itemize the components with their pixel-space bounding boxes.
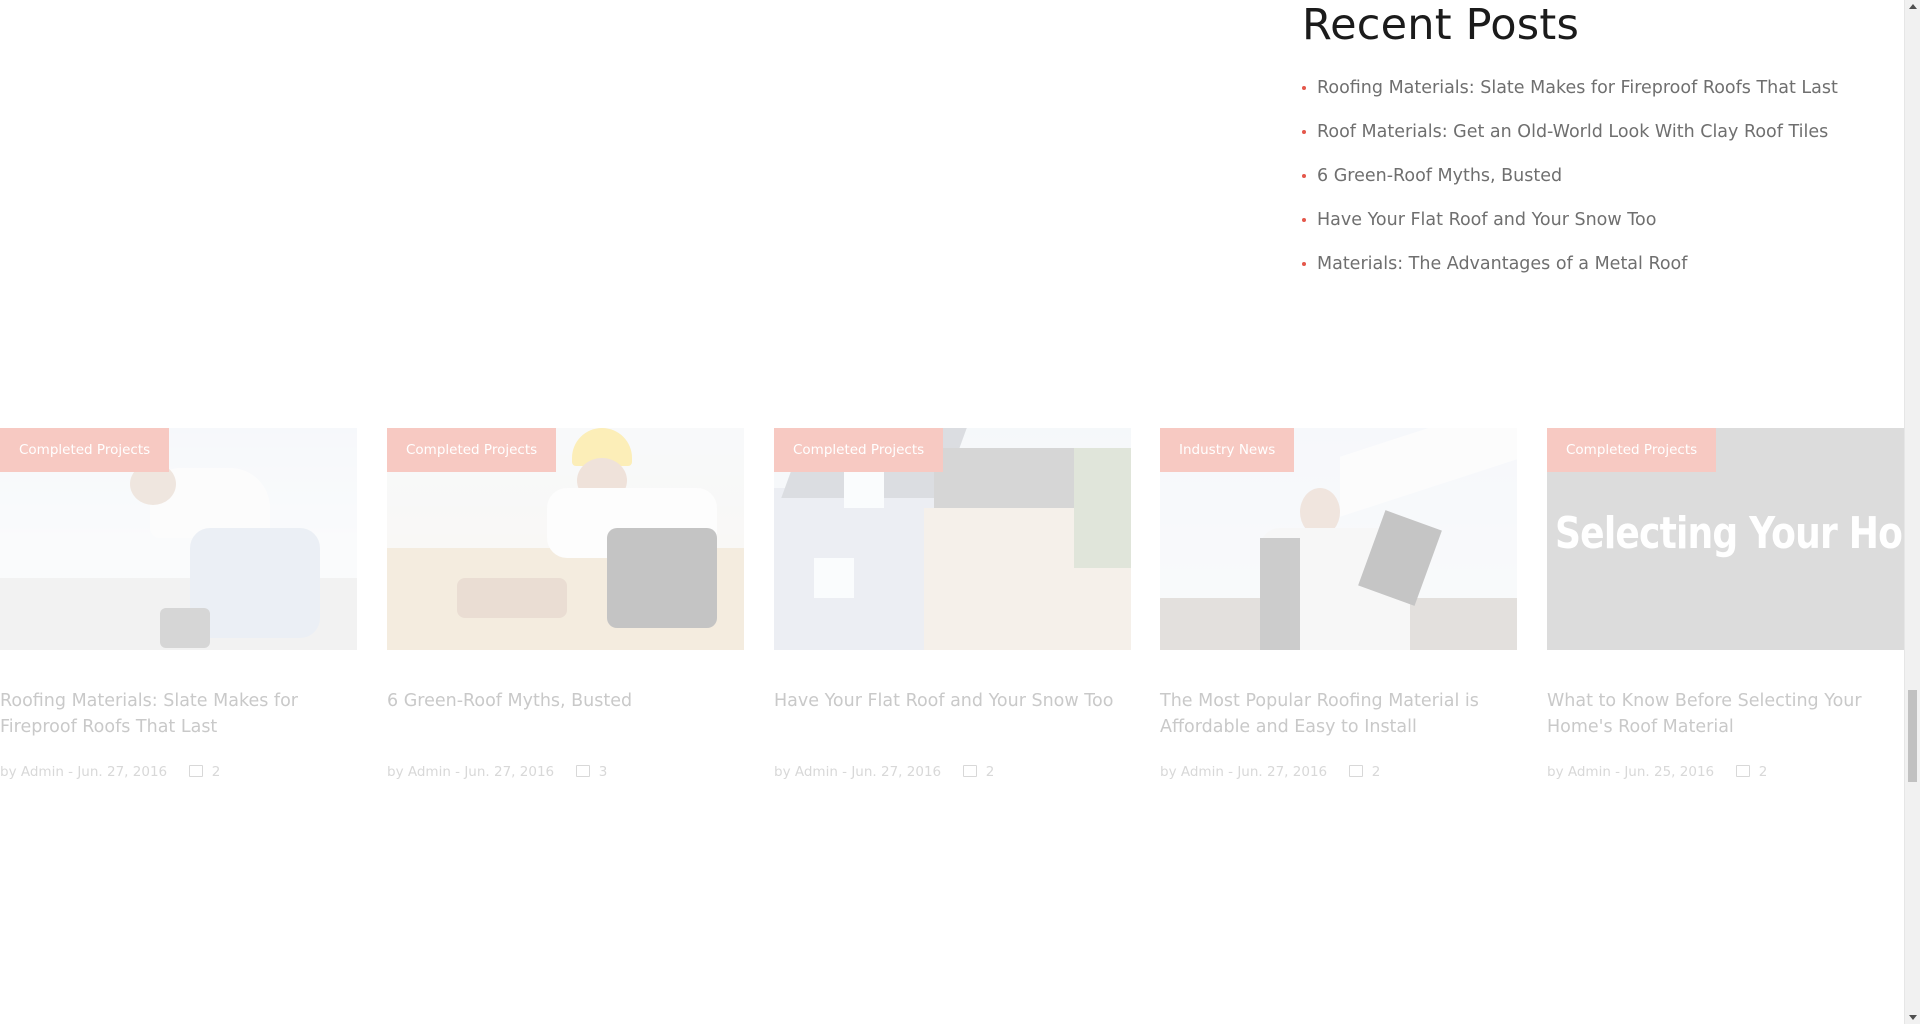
- recent-post-label: Have Your Flat Roof and Your Snow Too: [1317, 210, 1657, 230]
- comment-icon: [963, 765, 978, 777]
- recent-post-label: Materials: The Advantages of a Metal Roo…: [1317, 254, 1688, 274]
- card-title[interactable]: The Most Popular Roofing Material is Aff…: [1160, 688, 1517, 764]
- image-headline: Selecting Your Home&: [1555, 508, 1904, 559]
- comment-icon: [576, 765, 591, 777]
- recent-posts-widget: Recent Posts Roofing Materials: Slate Ma…: [1302, 0, 1862, 296]
- comment-icon: [1349, 765, 1364, 777]
- recent-posts-heading: Recent Posts: [1302, 0, 1580, 50]
- card-meta: by Admin - Jun. 25, 2016 2: [1547, 764, 1904, 780]
- card-title[interactable]: What to Know Before Selecting Your Home'…: [1547, 688, 1904, 764]
- page: Recent Posts Roofing Materials: Slate Ma…: [0, 0, 1920, 1024]
- card-meta: by Admin - Jun. 27, 2016 3: [387, 764, 744, 780]
- scrollbar-thumb[interactable]: [1908, 690, 1917, 782]
- card-image[interactable]: Selecting Your Home& Completed Projects: [1547, 428, 1904, 650]
- blog-card: Completed Projects Roofing Materials: Sl…: [0, 428, 357, 780]
- category-tag[interactable]: Industry News: [1160, 428, 1295, 472]
- category-tag[interactable]: Completed Projects: [774, 428, 944, 472]
- card-image[interactable]: Industry News: [1160, 428, 1517, 650]
- post-byline: by Admin - Jun. 27, 2016: [0, 764, 168, 780]
- comment-count[interactable]: 2: [986, 764, 995, 780]
- comment-count[interactable]: 2: [1759, 764, 1768, 780]
- recent-posts-list: Roofing Materials: Slate Makes for Firep…: [1302, 76, 1862, 296]
- card-image[interactable]: Completed Projects: [387, 428, 744, 650]
- scroll-down-arrow-icon[interactable]: [1909, 1015, 1917, 1020]
- card-meta: by Admin - Jun. 27, 2016 2: [774, 764, 1131, 780]
- post-byline: by Admin - Jun. 25, 2016: [1547, 764, 1715, 780]
- post-byline: by Admin - Jun. 27, 2016: [387, 764, 555, 780]
- card-title[interactable]: Roofing Materials: Slate Makes for Firep…: [0, 688, 357, 764]
- post-byline: by Admin - Jun. 27, 2016: [774, 764, 942, 780]
- card-meta: by Admin - Jun. 27, 2016 2: [1160, 764, 1517, 780]
- scroll-up-arrow-icon[interactable]: [1909, 4, 1917, 9]
- blog-card: Completed Projects Have Your Flat Roof a…: [774, 428, 1131, 780]
- bullet-dot-icon: [1302, 218, 1306, 222]
- comment-icon: [1736, 765, 1751, 777]
- category-tag[interactable]: Completed Projects: [1547, 428, 1717, 472]
- recent-post-link[interactable]: Materials: The Advantages of a Metal Roo…: [1302, 252, 1862, 296]
- recent-post-link[interactable]: Have Your Flat Roof and Your Snow Too: [1302, 208, 1862, 252]
- blog-card: Industry News The Most Popular Roofing M…: [1160, 428, 1517, 780]
- blog-carousel: Completed Projects Roofing Materials: Sl…: [0, 428, 1904, 808]
- comment-count[interactable]: 2: [212, 764, 221, 780]
- card-title[interactable]: Have Your Flat Roof and Your Snow Too: [774, 688, 1131, 764]
- card-image[interactable]: Completed Projects: [0, 428, 357, 650]
- bullet-dot-icon: [1302, 86, 1306, 90]
- vertical-scrollbar[interactable]: [1904, 0, 1920, 1024]
- recent-post-label: Roofing Materials: Slate Makes for Firep…: [1317, 78, 1838, 98]
- comment-count[interactable]: 2: [1372, 764, 1381, 780]
- category-tag[interactable]: Completed Projects: [387, 428, 557, 472]
- bullet-dot-icon: [1302, 174, 1306, 178]
- comment-count[interactable]: 3: [599, 764, 608, 780]
- category-tag[interactable]: Completed Projects: [0, 428, 170, 472]
- card-title[interactable]: 6 Green-Roof Myths, Busted: [387, 688, 744, 764]
- bullet-dot-icon: [1302, 262, 1306, 266]
- blog-card: Completed Projects 6 Green-Roof Myths, B…: [387, 428, 744, 780]
- card-image[interactable]: Completed Projects: [774, 428, 1131, 650]
- recent-post-link[interactable]: 6 Green-Roof Myths, Busted: [1302, 164, 1862, 208]
- comment-icon: [189, 765, 204, 777]
- recent-post-link[interactable]: Roofing Materials: Slate Makes for Firep…: [1302, 76, 1862, 120]
- recent-post-label: 6 Green-Roof Myths, Busted: [1317, 166, 1563, 186]
- post-byline: by Admin - Jun. 27, 2016: [1160, 764, 1328, 780]
- recent-post-link[interactable]: Roof Materials: Get an Old-World Look Wi…: [1302, 120, 1862, 164]
- card-meta: by Admin - Jun. 27, 2016 2: [0, 764, 357, 780]
- bullet-dot-icon: [1302, 130, 1306, 134]
- recent-post-label: Roof Materials: Get an Old-World Look Wi…: [1317, 122, 1829, 142]
- blog-card: Selecting Your Home& Completed Projects …: [1547, 428, 1904, 780]
